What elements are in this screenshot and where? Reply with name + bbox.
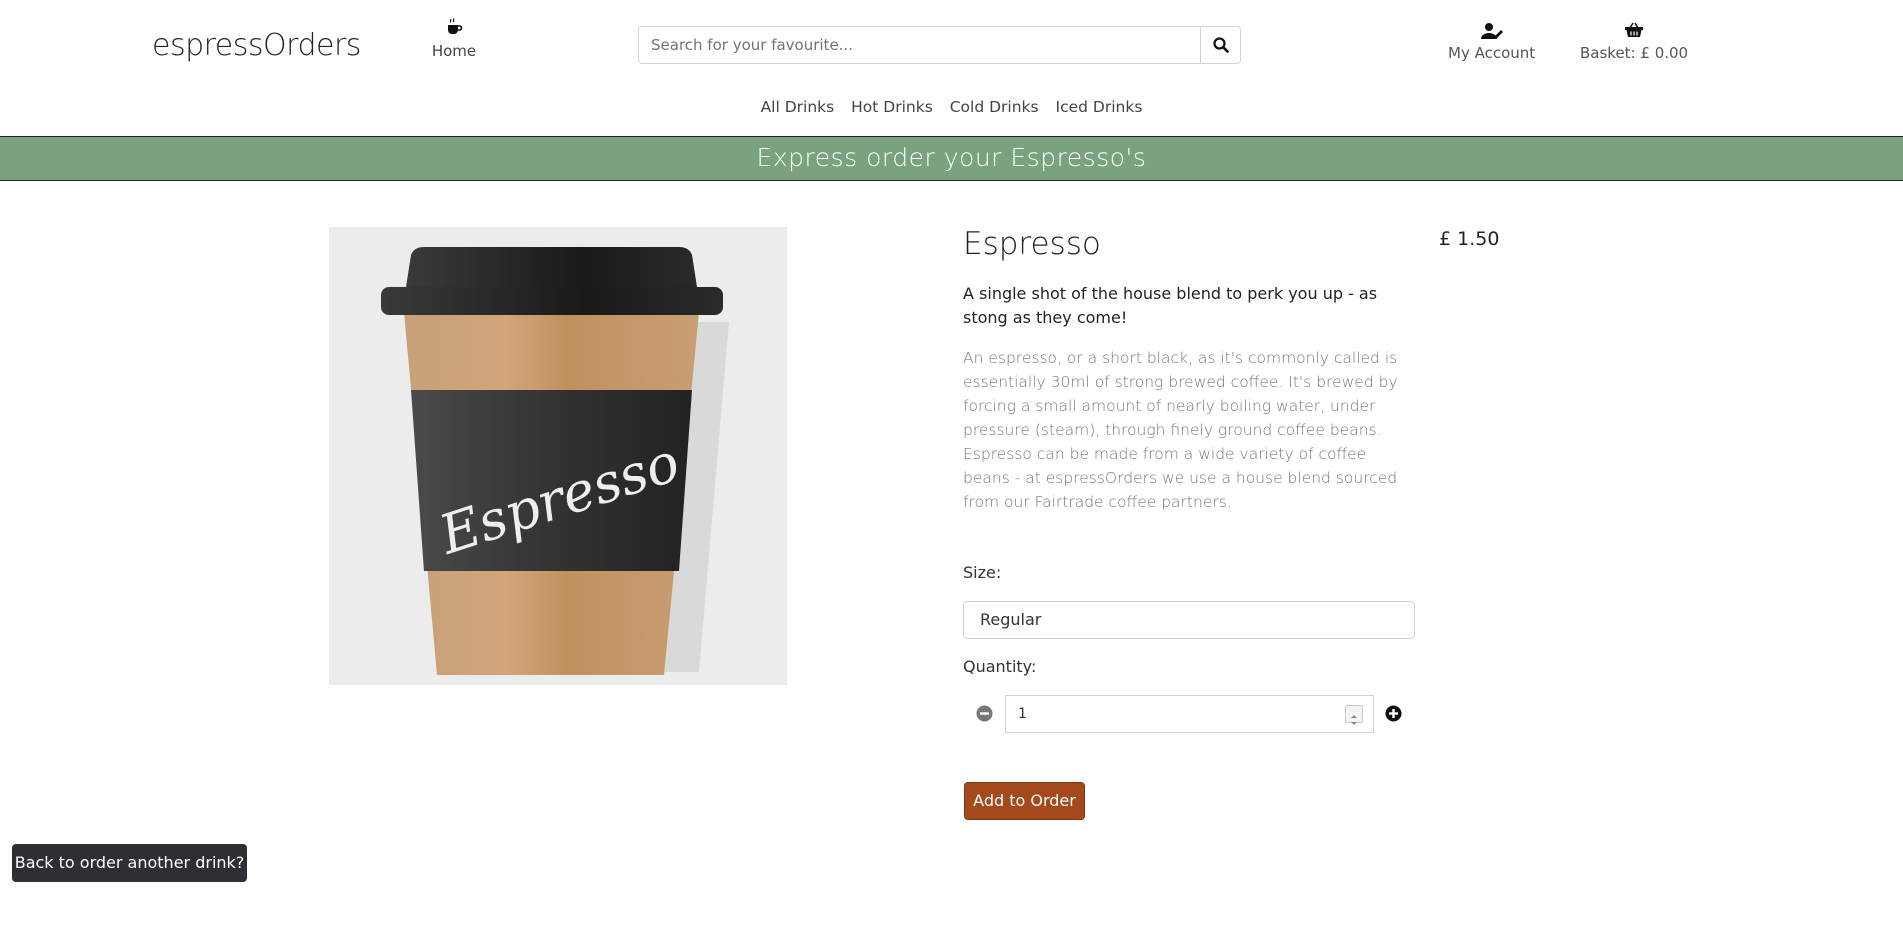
quantity-spinner[interactable]: [1345, 705, 1363, 725]
nav-hot-drinks[interactable]: Hot Drinks: [851, 98, 933, 116]
my-account-link[interactable]: My Account: [1448, 22, 1535, 62]
basket-link[interactable]: Basket: £ 0.00: [1580, 22, 1688, 62]
home-link[interactable]: Home: [430, 18, 478, 60]
nav-cold-drinks[interactable]: Cold Drinks: [950, 98, 1039, 116]
home-label: Home: [431, 42, 477, 60]
search-bar: [638, 26, 1241, 64]
product-tagline: A single shot of the house blend to perk…: [963, 284, 1378, 327]
back-button[interactable]: Back to order another drink?: [12, 844, 247, 882]
add-to-order-button[interactable]: Add to Order: [964, 782, 1085, 820]
size-label: Size:: [963, 563, 1002, 582]
shopping-basket-icon: [1580, 22, 1688, 42]
size-select[interactable]: Regular: [963, 601, 1415, 639]
quantity-label: Quantity:: [963, 657, 1037, 676]
minus-circle-icon: [976, 705, 993, 722]
increment-button[interactable]: [1385, 705, 1402, 722]
decrement-button[interactable]: [976, 705, 993, 722]
product-title: Espresso: [963, 226, 1101, 262]
category-nav: All Drinks Hot Drinks Cold Drinks Iced D…: [0, 98, 1903, 116]
search-button[interactable]: [1200, 27, 1240, 63]
search-input[interactable]: [639, 27, 1200, 63]
my-account-label: My Account: [1448, 44, 1536, 62]
site-logo[interactable]: espressOrders: [152, 28, 361, 63]
spinner-arrows-icon: [1351, 715, 1357, 725]
product-price: £ 1.50: [1439, 228, 1500, 250]
promo-banner: Express order your Espresso's: [0, 136, 1903, 181]
user-edit-icon: [1448, 22, 1535, 42]
nav-iced-drinks[interactable]: Iced Drinks: [1056, 98, 1143, 116]
nav-all-drinks[interactable]: All Drinks: [761, 98, 835, 116]
coffee-cup-icon: [430, 18, 478, 38]
product-description: An espresso, or a short black, as it's c…: [963, 349, 1398, 511]
basket-label: Basket: £ 0.00: [1580, 44, 1689, 62]
product-image: Espresso: [329, 227, 787, 685]
quantity-value: 1: [1018, 706, 1027, 722]
quantity-input[interactable]: 1: [1005, 695, 1374, 733]
plus-circle-icon: [1385, 705, 1402, 722]
search-icon: [1212, 37, 1229, 53]
